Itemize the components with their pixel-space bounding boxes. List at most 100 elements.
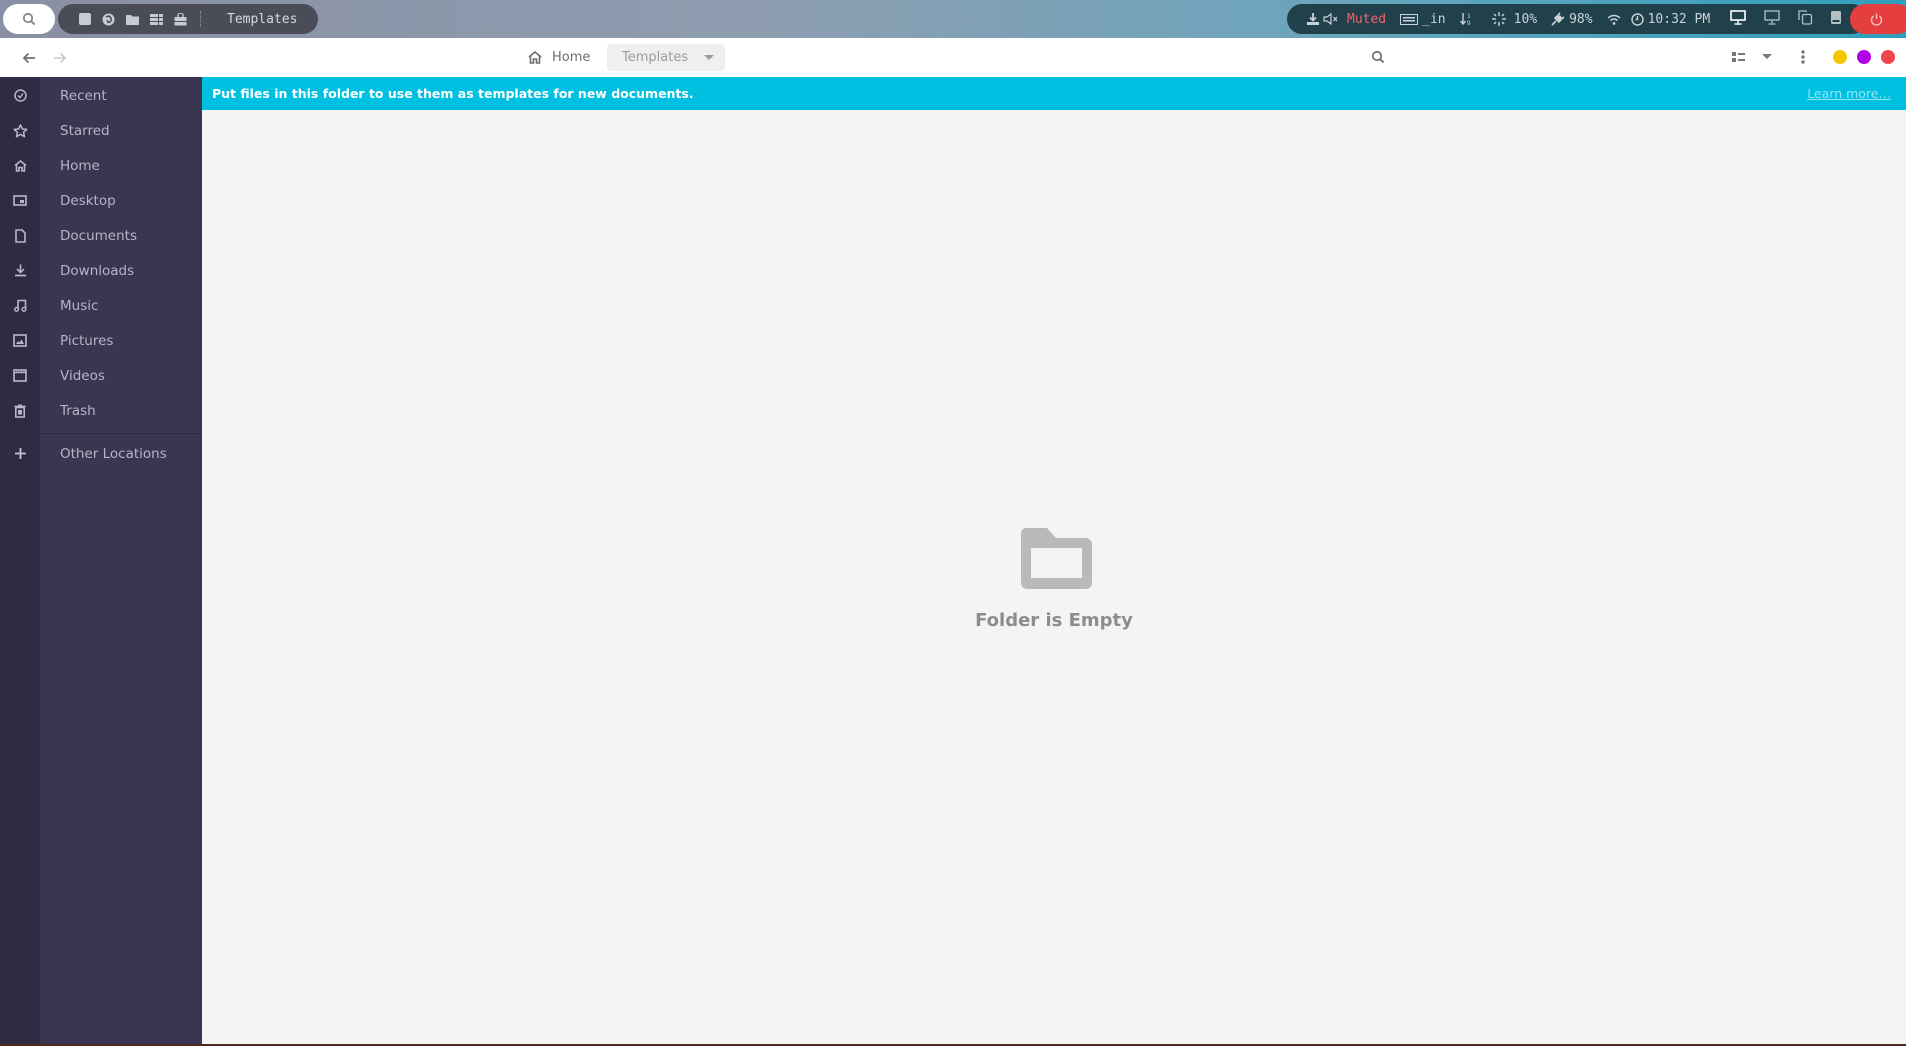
breadcrumb-home[interactable]: Home	[522, 44, 596, 70]
system-tray: Muted _in 19 10% 98% 10:32 PM	[1287, 4, 1867, 34]
volume-muted-icon	[1323, 13, 1339, 25]
sidebar-item-home[interactable]: Home	[0, 148, 202, 183]
spinner-icon	[1491, 12, 1506, 26]
video-icon	[0, 369, 40, 382]
network-clock[interactable]: 10:32 PM	[1607, 11, 1711, 27]
search-button[interactable]	[1368, 46, 1388, 68]
picture-icon	[0, 334, 40, 347]
cpu-indicator[interactable]: 10%	[1491, 11, 1538, 27]
monitor-icon[interactable]	[1764, 9, 1780, 29]
svg-text:9: 9	[1467, 20, 1471, 26]
music-icon	[0, 299, 40, 312]
chevron-down-icon	[1762, 54, 1772, 59]
sidebar-item-trash[interactable]: Trash	[0, 393, 202, 428]
clock-icon	[0, 89, 40, 102]
kebab-menu-icon	[1801, 50, 1805, 64]
active-window-title: Templates	[227, 11, 298, 27]
sidebar-separator	[0, 433, 202, 434]
sidebar-item-recent[interactable]: Recent	[0, 78, 202, 113]
power-icon	[1870, 13, 1882, 26]
dock: Templates	[58, 4, 318, 34]
sidebar-item-label: Home	[60, 157, 100, 174]
sidebar-item-documents[interactable]: Documents	[0, 218, 202, 253]
monitor-active-icon[interactable]	[1730, 9, 1747, 29]
cpu-usage: 10%	[1513, 11, 1538, 27]
sidebar-item-music[interactable]: Music	[0, 288, 202, 323]
list-view-icon	[1731, 52, 1745, 62]
sort-icon: 19	[1459, 12, 1474, 26]
sidebar-item-downloads[interactable]: Downloads	[0, 253, 202, 288]
power-button[interactable]	[1850, 4, 1906, 34]
square-app-icon[interactable]	[78, 13, 91, 26]
battery-level: 98%	[1569, 11, 1593, 27]
search-icon	[1371, 50, 1385, 64]
battery-indicator[interactable]: 98%	[1551, 11, 1593, 27]
sidebar: Recent Starred Home Desktop Documents Do…	[0, 77, 202, 1044]
view-mode-button[interactable]	[1728, 46, 1748, 68]
breadcrumb-home-label: Home	[552, 49, 591, 65]
info-bar: Put files in this folder to use them as …	[202, 77, 1906, 110]
learn-more-link[interactable]: Learn more…	[1807, 86, 1891, 101]
keyboard-layout-label: _in	[1422, 11, 1446, 27]
breadcrumb-current-label: Templates	[622, 50, 689, 65]
info-bar-message: Put files in this folder to use them as …	[212, 86, 694, 101]
arrow-left-icon	[22, 52, 35, 64]
sidebar-item-other-locations[interactable]: Other Locations	[0, 436, 202, 471]
sidebar-item-starred[interactable]: Starred	[0, 113, 202, 148]
sidebar-item-pictures[interactable]: Pictures	[0, 323, 202, 358]
forward-button[interactable]	[49, 47, 71, 69]
search-icon	[22, 12, 36, 26]
sidebar-item-label: Documents	[60, 227, 137, 244]
plus-icon	[0, 448, 40, 459]
store-bag-icon[interactable]	[174, 12, 187, 26]
svg-text:1: 1	[1467, 13, 1471, 20]
desktop-icon	[0, 195, 40, 206]
file-manager-window: Home Templates Recent Starred Home Deskt…	[0, 38, 1906, 1044]
wifi-icon	[1607, 14, 1621, 25]
sidebar-item-label: Pictures	[60, 332, 114, 349]
sidebar-item-label: Recent	[60, 87, 107, 104]
file-view[interactable]: Folder is Empty	[202, 110, 1906, 1044]
close-button[interactable]	[1881, 50, 1895, 64]
home-icon	[0, 159, 40, 172]
breadcrumb-current[interactable]: Templates	[607, 44, 725, 71]
files-list-icon[interactable]	[150, 13, 163, 26]
chevron-down-icon	[704, 55, 714, 60]
volume-indicator[interactable]: Muted	[1307, 12, 1386, 27]
maximize-button[interactable]	[1857, 50, 1871, 64]
firefox-icon[interactable]	[102, 13, 115, 26]
star-icon	[0, 123, 40, 138]
home-icon	[528, 50, 542, 64]
sidebar-item-desktop[interactable]: Desktop	[0, 183, 202, 218]
sidebar-item-label: Music	[60, 297, 99, 314]
view-options-button[interactable]	[1757, 46, 1777, 68]
volume-status: Muted	[1347, 11, 1387, 27]
sidebar-item-label: Starred	[60, 122, 110, 139]
arrow-right-icon	[54, 52, 67, 64]
sort-indicator[interactable]: 19	[1459, 12, 1478, 26]
folder-icon	[1021, 528, 1092, 589]
folder-icon[interactable]	[126, 13, 139, 26]
main-menu-button[interactable]	[1793, 46, 1813, 68]
keyboard-icon	[1400, 13, 1419, 25]
sidebar-item-label: Trash	[60, 402, 96, 419]
sidebar-item-videos[interactable]: Videos	[0, 358, 202, 393]
plug-icon	[1551, 12, 1565, 26]
sidebar-item-label: Downloads	[60, 262, 135, 279]
document-icon	[0, 228, 40, 243]
minimize-button[interactable]	[1833, 50, 1847, 64]
download-icon	[0, 264, 40, 277]
panel-search-button[interactable]	[3, 4, 55, 34]
download-icon	[1307, 13, 1319, 25]
trash-icon	[0, 404, 40, 418]
clock-icon	[1630, 12, 1644, 26]
phone-icon[interactable]	[1831, 10, 1842, 28]
copy-windows-icon[interactable]	[1798, 9, 1813, 29]
keyboard-layout[interactable]: _in	[1400, 11, 1446, 27]
sidebar-item-label: Other Locations	[60, 445, 167, 462]
back-button[interactable]	[18, 47, 40, 69]
workspace-switcher	[1730, 9, 1842, 29]
clock-time: 10:32 PM	[1647, 11, 1711, 27]
dock-separator	[200, 11, 202, 27]
sidebar-item-label: Desktop	[60, 192, 116, 209]
